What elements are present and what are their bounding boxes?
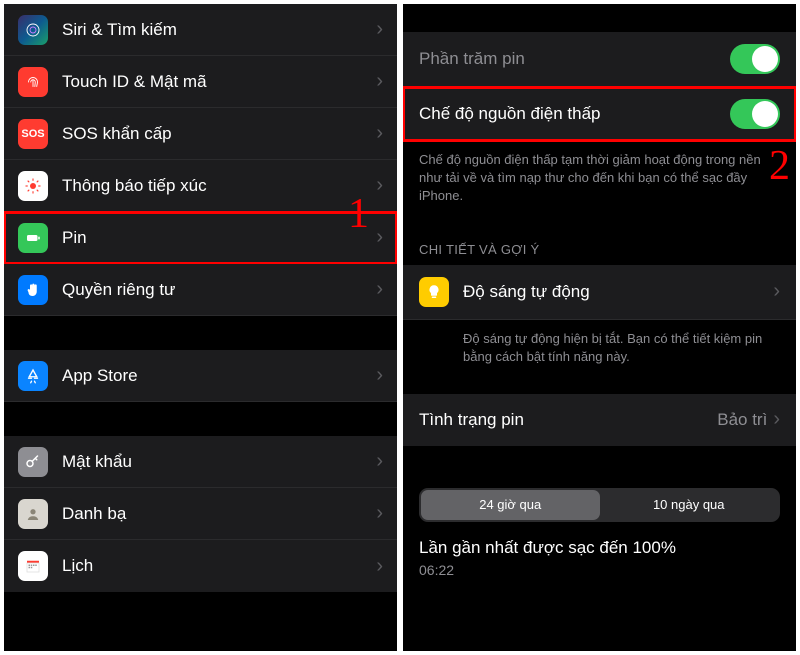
chevron-right-icon: › bbox=[376, 555, 383, 578]
spacer bbox=[403, 4, 796, 32]
low-power-mode-toggle[interactable] bbox=[730, 99, 780, 129]
row-label: Tình trạng pin bbox=[419, 410, 717, 430]
auto-brightness-row[interactable]: Độ sáng tự động › bbox=[403, 265, 796, 320]
settings-row-siri[interactable]: Siri & Tìm kiếm › bbox=[4, 4, 397, 56]
segment-10d[interactable]: 10 ngày qua bbox=[600, 490, 779, 520]
auto-brightness-description: Độ sáng tự động hiện bị tắt. Bạn có thể … bbox=[403, 320, 796, 384]
battery-settings-panel: 2 Phần trăm pin Chế độ nguồn điện thấp C… bbox=[403, 4, 796, 651]
battery-percent-toggle[interactable] bbox=[730, 44, 780, 74]
last-charge-label: Lần gần nhất được sạc đến 100% bbox=[403, 530, 796, 558]
row-label: SOS khẩn cấp bbox=[62, 124, 376, 144]
low-power-description: Chế độ nguồn điện thấp tạm thời giảm hoạ… bbox=[403, 141, 796, 224]
last-charge-time: 06:22 bbox=[403, 558, 796, 578]
chevron-right-icon: › bbox=[376, 122, 383, 145]
section-gap bbox=[4, 402, 397, 436]
chevron-right-icon: › bbox=[376, 450, 383, 473]
exposure-icon bbox=[18, 171, 48, 201]
battery-health-value: Bảo trì bbox=[717, 410, 767, 430]
row-label: Phần trăm pin bbox=[419, 49, 730, 69]
row-label: Quyền riêng tư bbox=[62, 280, 376, 300]
battery-percent-row[interactable]: Phần trăm pin bbox=[403, 32, 796, 87]
spacer bbox=[403, 446, 796, 474]
hand-icon bbox=[18, 275, 48, 305]
chevron-right-icon: › bbox=[376, 502, 383, 525]
fingerprint-icon bbox=[18, 67, 48, 97]
settings-row-appstore[interactable]: App Store › bbox=[4, 350, 397, 402]
battery-icon bbox=[18, 223, 48, 253]
low-power-mode-row[interactable]: Chế độ nguồn điện thấp bbox=[403, 87, 796, 141]
settings-row-battery[interactable]: Pin › bbox=[4, 212, 397, 264]
sos-icon: SOS bbox=[18, 119, 48, 149]
chevron-right-icon: › bbox=[773, 408, 780, 431]
segment-24h[interactable]: 24 giờ qua bbox=[421, 490, 600, 520]
row-label: Chế độ nguồn điện thấp bbox=[419, 104, 730, 124]
time-range-segment[interactable]: 24 giờ qua 10 ngày qua bbox=[419, 488, 780, 522]
siri-icon bbox=[18, 15, 48, 45]
section-gap bbox=[4, 316, 397, 350]
settings-row-contacts[interactable]: Danh bạ › bbox=[4, 488, 397, 540]
chevron-right-icon: › bbox=[376, 364, 383, 387]
row-label: Pin bbox=[62, 228, 376, 248]
row-label: Touch ID & Mật mã bbox=[62, 72, 376, 92]
row-label: App Store bbox=[62, 366, 376, 386]
battery-health-row[interactable]: Tình trạng pin Bảo trì › bbox=[403, 394, 796, 446]
chevron-right-icon: › bbox=[376, 226, 383, 249]
settings-row-calendar[interactable]: Lịch › bbox=[4, 540, 397, 592]
chevron-right-icon: › bbox=[376, 174, 383, 197]
calendar-icon bbox=[18, 551, 48, 581]
chevron-right-icon: › bbox=[376, 70, 383, 93]
row-label: Thông báo tiếp xúc bbox=[62, 176, 376, 196]
row-label: Siri & Tìm kiếm bbox=[62, 20, 376, 40]
spacer bbox=[403, 384, 796, 394]
settings-list-panel: 1 Siri & Tìm kiếm › Touch ID & Mật mã › … bbox=[4, 4, 397, 651]
row-label: Lịch bbox=[62, 556, 376, 576]
row-label: Mật khẩu bbox=[62, 452, 376, 472]
row-label: Độ sáng tự động bbox=[463, 282, 773, 302]
chevron-right-icon: › bbox=[376, 278, 383, 301]
settings-row-touchid[interactable]: Touch ID & Mật mã › bbox=[4, 56, 397, 108]
key-icon bbox=[18, 447, 48, 477]
contacts-icon bbox=[18, 499, 48, 529]
settings-row-privacy[interactable]: Quyền riêng tư › bbox=[4, 264, 397, 316]
settings-row-exposure[interactable]: Thông báo tiếp xúc › bbox=[4, 160, 397, 212]
chevron-right-icon: › bbox=[773, 280, 780, 303]
row-label: Danh bạ bbox=[62, 504, 376, 524]
bulb-icon bbox=[419, 277, 449, 307]
appstore-icon bbox=[18, 361, 48, 391]
chevron-right-icon: › bbox=[376, 18, 383, 41]
section-header: CHI TIẾT VÀ GỢI Ý bbox=[403, 224, 796, 265]
settings-row-sos[interactable]: SOS SOS khẩn cấp › bbox=[4, 108, 397, 160]
settings-row-passwords[interactable]: Mật khẩu › bbox=[4, 436, 397, 488]
